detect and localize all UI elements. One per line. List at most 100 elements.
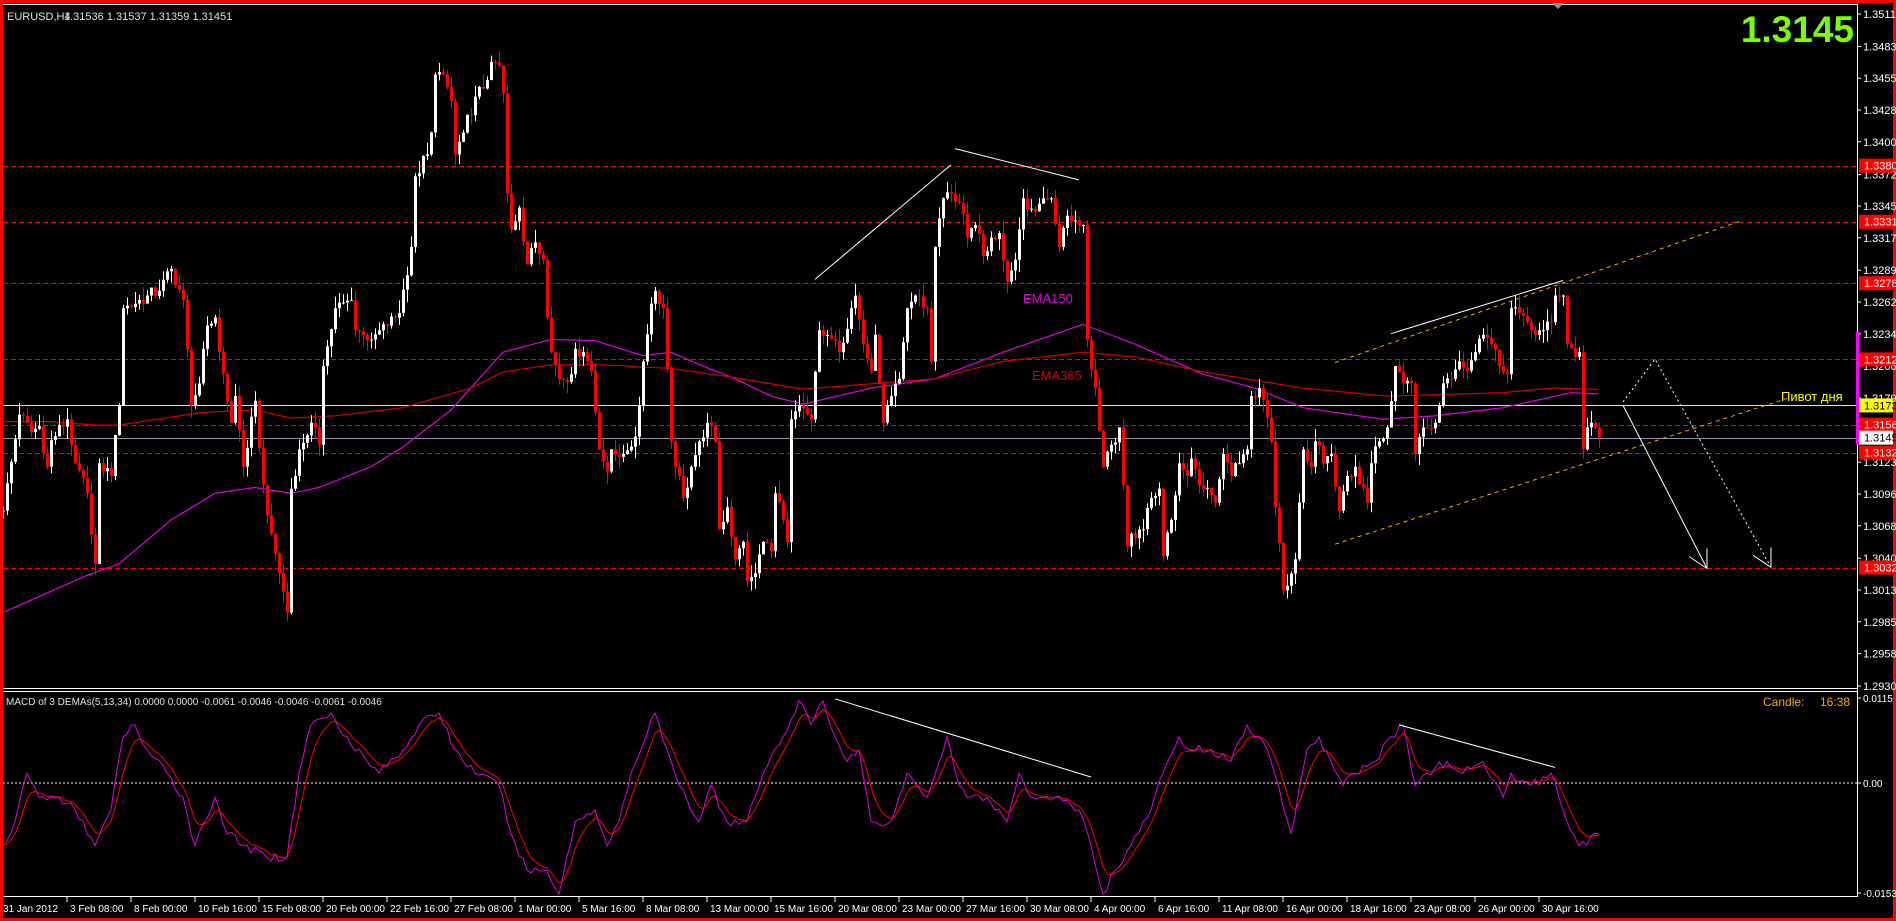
candle-body bbox=[130, 305, 133, 307]
candle bbox=[1282, 542, 1285, 595]
candle-body bbox=[1546, 321, 1549, 331]
candle bbox=[1122, 418, 1125, 491]
candle-body bbox=[670, 369, 673, 442]
candle-body bbox=[1390, 401, 1393, 428]
candle-body bbox=[502, 65, 505, 94]
candle-body bbox=[1326, 456, 1329, 464]
candle-body bbox=[818, 330, 821, 372]
candle-body bbox=[582, 352, 585, 357]
candle bbox=[930, 301, 933, 365]
chart-window[interactable]: 1.351141.348341.345591.342841.340091.337… bbox=[0, 0, 1896, 921]
candle-body bbox=[1202, 485, 1205, 489]
candle-body bbox=[650, 303, 653, 335]
candle bbox=[414, 173, 417, 253]
price-tick-label: 1.32899 bbox=[1863, 265, 1896, 277]
candle-body bbox=[322, 366, 325, 445]
candle-body bbox=[18, 414, 21, 440]
candle-body bbox=[902, 342, 905, 379]
candle bbox=[594, 362, 597, 416]
candle-body bbox=[354, 300, 357, 331]
candle-body bbox=[438, 72, 441, 75]
candle-body bbox=[26, 415, 29, 423]
candle-body bbox=[1018, 229, 1021, 260]
candle-body bbox=[14, 439, 17, 462]
candle-body bbox=[1158, 488, 1161, 497]
window-border-left bbox=[0, 0, 3, 921]
macd-tick-label: 0.0115 bbox=[1863, 694, 1893, 705]
candle-body bbox=[430, 132, 433, 155]
window-border-top bbox=[0, 0, 1896, 3]
candle-body bbox=[346, 300, 349, 303]
candle-body bbox=[1154, 496, 1157, 498]
candle-body bbox=[1282, 542, 1285, 591]
candle-body bbox=[98, 463, 101, 564]
candle-body bbox=[1014, 259, 1017, 271]
candle-body bbox=[1514, 307, 1517, 309]
candle-body bbox=[366, 334, 369, 341]
candle-body bbox=[1510, 308, 1513, 375]
price-tick-label: 1.30689 bbox=[1863, 521, 1896, 533]
candle-body bbox=[946, 192, 949, 199]
candle-body bbox=[1334, 453, 1337, 487]
candle-body bbox=[10, 461, 13, 484]
macd-tick-label: 0.00 bbox=[1863, 779, 1883, 790]
candle-body bbox=[194, 395, 197, 406]
candle bbox=[1582, 345, 1585, 460]
candle-body bbox=[806, 408, 809, 415]
candle-body bbox=[1130, 533, 1133, 547]
candle-body bbox=[178, 285, 181, 290]
candle bbox=[1162, 488, 1165, 562]
candle-body bbox=[1290, 573, 1293, 586]
candle-body bbox=[1022, 198, 1025, 230]
candle-body bbox=[1458, 361, 1461, 370]
candle-body bbox=[1314, 441, 1317, 467]
candle-body bbox=[746, 541, 749, 582]
candle bbox=[1234, 462, 1237, 477]
candle-body bbox=[122, 308, 125, 406]
candle bbox=[1510, 300, 1513, 380]
candle bbox=[1062, 225, 1065, 251]
candle-body bbox=[1218, 479, 1221, 503]
candle-body bbox=[330, 329, 333, 347]
candle-body bbox=[358, 330, 361, 332]
candle-body bbox=[490, 61, 493, 81]
candle bbox=[186, 293, 189, 358]
candle-body bbox=[1102, 430, 1105, 467]
time-tick-label: 1 Mar 00:00 bbox=[518, 904, 572, 915]
time-tick-label: 10 Feb 16:00 bbox=[198, 904, 257, 915]
candle-body bbox=[578, 348, 581, 357]
candle-body bbox=[1138, 529, 1141, 539]
candle-body bbox=[470, 114, 473, 116]
candle-body bbox=[422, 156, 425, 174]
candle-body bbox=[102, 463, 105, 472]
price-tick-label: 1.34284 bbox=[1863, 105, 1896, 117]
candle-body bbox=[814, 371, 817, 420]
candle-body bbox=[1186, 470, 1189, 476]
candle-body bbox=[414, 176, 417, 247]
candle-body bbox=[278, 553, 281, 574]
candle-body bbox=[1382, 439, 1385, 442]
candle-body bbox=[506, 93, 509, 194]
candle-body bbox=[182, 289, 185, 301]
candle-body bbox=[1042, 198, 1045, 204]
candle-body bbox=[950, 192, 953, 194]
candle-body bbox=[302, 442, 305, 450]
candle-body bbox=[594, 370, 597, 413]
candle-body bbox=[1074, 220, 1077, 222]
time-tick-label: 16 Apr 00:00 bbox=[1286, 904, 1343, 915]
candle bbox=[1170, 518, 1173, 534]
candle bbox=[506, 84, 509, 203]
candle-body bbox=[50, 440, 53, 467]
candle-body bbox=[1350, 475, 1353, 477]
candle-body bbox=[446, 74, 449, 87]
candle-body bbox=[318, 427, 321, 445]
candle bbox=[598, 408, 601, 450]
candle-body bbox=[1198, 468, 1201, 486]
candle-body bbox=[1414, 383, 1417, 454]
time-tick-label: 27 Mar 16:00 bbox=[966, 904, 1025, 915]
price-tick-label: 1.33454 bbox=[1863, 201, 1896, 213]
candle-body bbox=[686, 487, 689, 498]
candle-body bbox=[838, 340, 841, 353]
candle-body bbox=[718, 441, 721, 530]
candle-body bbox=[634, 436, 637, 447]
